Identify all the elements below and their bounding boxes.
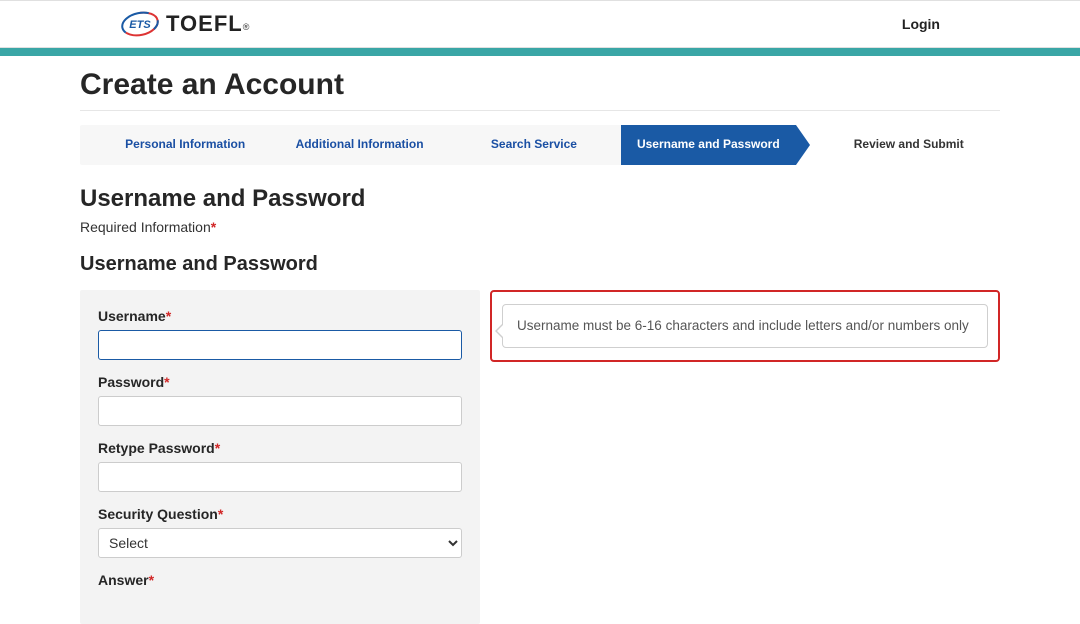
step-additional-information[interactable]: Additional Information (272, 125, 446, 165)
ets-logo-icon: ETS (120, 11, 160, 37)
username-hint-tooltip: Username must be 6-16 characters and inc… (502, 304, 988, 348)
step-label: Review and Submit (854, 138, 964, 152)
step-label: Personal Information (125, 138, 245, 152)
retype-password-input[interactable] (98, 462, 462, 492)
password-field-group: Password* (98, 374, 462, 426)
login-link[interactable]: Login (902, 16, 940, 32)
username-field-group: Username* (98, 308, 462, 360)
password-label: Password* (98, 374, 462, 390)
username-input[interactable] (98, 330, 462, 360)
security-question-select[interactable]: Select (98, 528, 462, 558)
password-input[interactable] (98, 396, 462, 426)
step-review-submit[interactable]: Review and Submit (796, 125, 1001, 165)
security-question-label: Security Question* (98, 506, 462, 522)
subsection-heading: Username and Password (80, 253, 1000, 276)
hint-highlight-box: Username must be 6-16 characters and inc… (490, 290, 1000, 362)
svg-text:ETS: ETS (129, 19, 151, 31)
step-label: Search Service (491, 138, 577, 152)
hint-column: Username must be 6-16 characters and inc… (490, 290, 1000, 362)
answer-label: Answer* (98, 572, 462, 588)
brand-logo[interactable]: ETS TOEFL® (120, 11, 249, 37)
toefl-logo-text: TOEFL® (166, 11, 249, 37)
form-panel: Username* Password* Retype Password* Sec… (80, 290, 480, 624)
username-label: Username* (98, 308, 462, 324)
step-label: Additional Information (296, 138, 424, 152)
security-question-field-group: Security Question* Select (98, 506, 462, 558)
step-username-password[interactable]: Username and Password (621, 125, 795, 165)
retype-password-field-group: Retype Password* (98, 440, 462, 492)
accent-band (0, 48, 1080, 56)
section-heading: Username and Password (80, 185, 1000, 213)
step-label: Username and Password (637, 138, 780, 152)
page-title: Create an Account (80, 68, 1000, 111)
answer-field-group: Answer* (98, 572, 462, 588)
top-bar: ETS TOEFL® Login (0, 0, 1080, 48)
progress-stepper: Personal Information Additional Informat… (80, 125, 1000, 165)
step-search-service[interactable]: Search Service (447, 125, 621, 165)
required-note: Required Information* (80, 219, 1000, 235)
retype-password-label: Retype Password* (98, 440, 462, 456)
step-personal-information[interactable]: Personal Information (98, 125, 272, 165)
